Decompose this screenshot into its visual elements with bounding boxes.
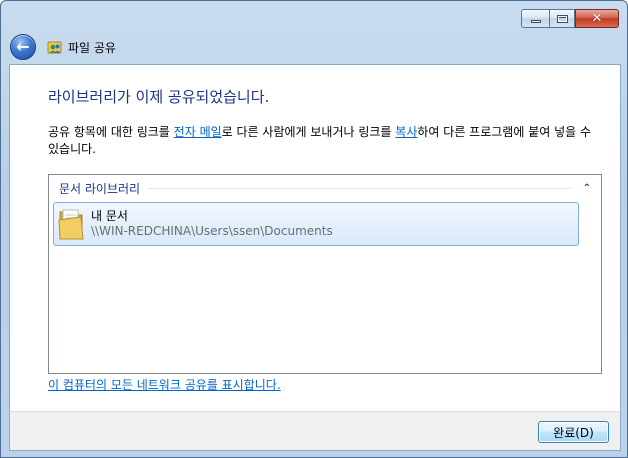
collapse-chevron-icon[interactable]: ⌃ bbox=[583, 183, 591, 194]
list-item[interactable]: 내 문서 \\WIN-REDCHINA\Users\ssen\Documents bbox=[53, 202, 579, 246]
page-heading: 라이브러리가 이제 공유되었습니다. bbox=[48, 88, 270, 106]
back-arrow-icon: ← bbox=[16, 36, 30, 56]
shared-items-list[interactable]: 문서 라이브러리 ⌃ 내 문서 \\WIN-REDCHINA\Users\sse… bbox=[48, 174, 602, 374]
item-text: 내 문서 \\WIN-REDCHINA\Users\ssen\Documents bbox=[91, 209, 333, 239]
main-content: 라이브러리가 이제 공유되었습니다. 공유 항목에 대한 링크를 전자 메일로 … bbox=[9, 64, 621, 411]
email-link[interactable]: 전자 메일 bbox=[174, 125, 222, 139]
minimize-button[interactable] bbox=[521, 9, 549, 28]
maximize-icon bbox=[556, 14, 568, 23]
maximize-button[interactable] bbox=[549, 9, 575, 28]
file-sharing-window: ✕ ← 파일 공유 라이브러리가 이제 공유되었습니다. 공유 항목에 대한 링… bbox=[0, 0, 628, 458]
back-button[interactable]: ← bbox=[10, 34, 36, 60]
close-icon: ✕ bbox=[591, 11, 603, 26]
group-title: 문서 라이브러리 bbox=[59, 181, 141, 196]
description-text: 공유 항목에 대한 링크를 전자 메일로 다른 사람에게 보내거나 링크를 복사… bbox=[48, 124, 598, 158]
group-header-documents-library[interactable]: 문서 라이브러리 ⌃ bbox=[59, 180, 591, 196]
description-part2: 로 다른 사람에게 보내거나 링크를 bbox=[221, 125, 396, 139]
folder-icon bbox=[57, 206, 85, 242]
navigation-bar: ← 파일 공유 bbox=[10, 34, 116, 60]
show-network-shares-link[interactable]: 이 컴퓨터의 모든 네트워크 공유를 표시합니다. bbox=[48, 376, 281, 393]
minimize-icon bbox=[530, 20, 541, 23]
item-name: 내 문서 bbox=[91, 209, 128, 223]
copy-link[interactable]: 복사 bbox=[395, 125, 417, 139]
footer-bar: 완료(D) bbox=[9, 411, 621, 451]
close-button[interactable]: ✕ bbox=[575, 9, 619, 28]
description-part1: 공유 항목에 대한 링크를 bbox=[48, 125, 174, 139]
file-sharing-icon bbox=[47, 39, 63, 55]
item-path: \\WIN-REDCHINA\Users\ssen\Documents bbox=[91, 224, 333, 238]
group-divider bbox=[148, 187, 571, 189]
caption-buttons: ✕ bbox=[521, 9, 619, 28]
finish-button[interactable]: 완료(D) bbox=[538, 421, 609, 443]
window-title: 파일 공유 bbox=[68, 40, 116, 55]
